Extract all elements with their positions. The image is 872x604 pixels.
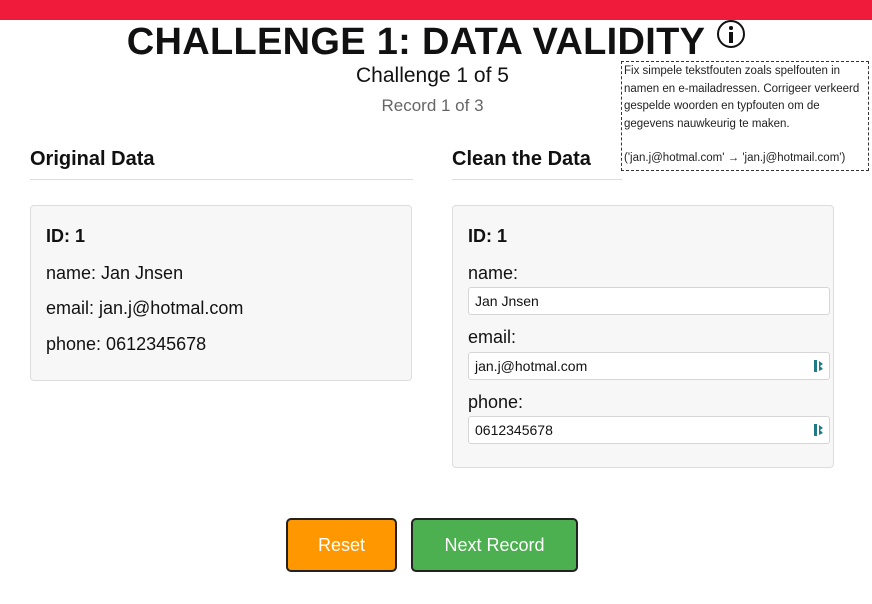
name-label: name: [468,263,519,283]
autofill-icon[interactable] [813,359,825,373]
original-data-heading: Original Data [30,148,155,170]
original-email: email: jan.j@hotmal.com [46,298,244,318]
top-accent-bar [0,0,872,20]
page-title-row: CHALLENGE 1: DATA VALIDITY [0,20,872,63]
next-record-button[interactable]: Next Record [411,518,578,572]
email-label: email: [468,327,517,347]
phone-input[interactable]: 0612345678 [468,416,830,444]
name-input[interactable]: Jan Jnsen [468,287,830,315]
tooltip-example: ('jan.j@hotmal.com' → 'jan.j@hotmail.com… [624,152,846,164]
info-icon[interactable] [717,20,746,48]
tooltip-text: Fix simpele tekstfouten zoals spelfouten… [624,65,860,130]
original-name: name: Jan Jnsen [46,263,184,283]
page-title: CHALLENGE 1: DATA VALIDITY [126,21,706,63]
original-divider [30,179,413,180]
original-record-card: ID: 1 name: Jan Jnsen email: jan.j@hotma… [30,205,412,381]
clean-divider [452,179,622,180]
phone-input-value: 0612345678 [475,422,553,438]
email-input[interactable]: jan.j@hotmal.com [468,352,830,380]
original-record-id: ID: 1 [46,226,86,246]
original-phone: phone: 0612345678 [46,334,207,354]
autofill-icon[interactable] [813,423,825,437]
clean-data-heading: Clean the Data [452,148,591,170]
info-tooltip: Fix simpele tekstfouten zoals spelfouten… [621,61,869,171]
email-input-value: jan.j@hotmal.com [475,358,588,374]
clean-record-card: ID: 1 name: Jan Jnsen email: jan.j@hotma… [452,205,834,468]
phone-label: phone: [468,392,524,412]
clean-record-id: ID: 1 [468,226,508,246]
reset-button[interactable]: Reset [286,518,397,572]
